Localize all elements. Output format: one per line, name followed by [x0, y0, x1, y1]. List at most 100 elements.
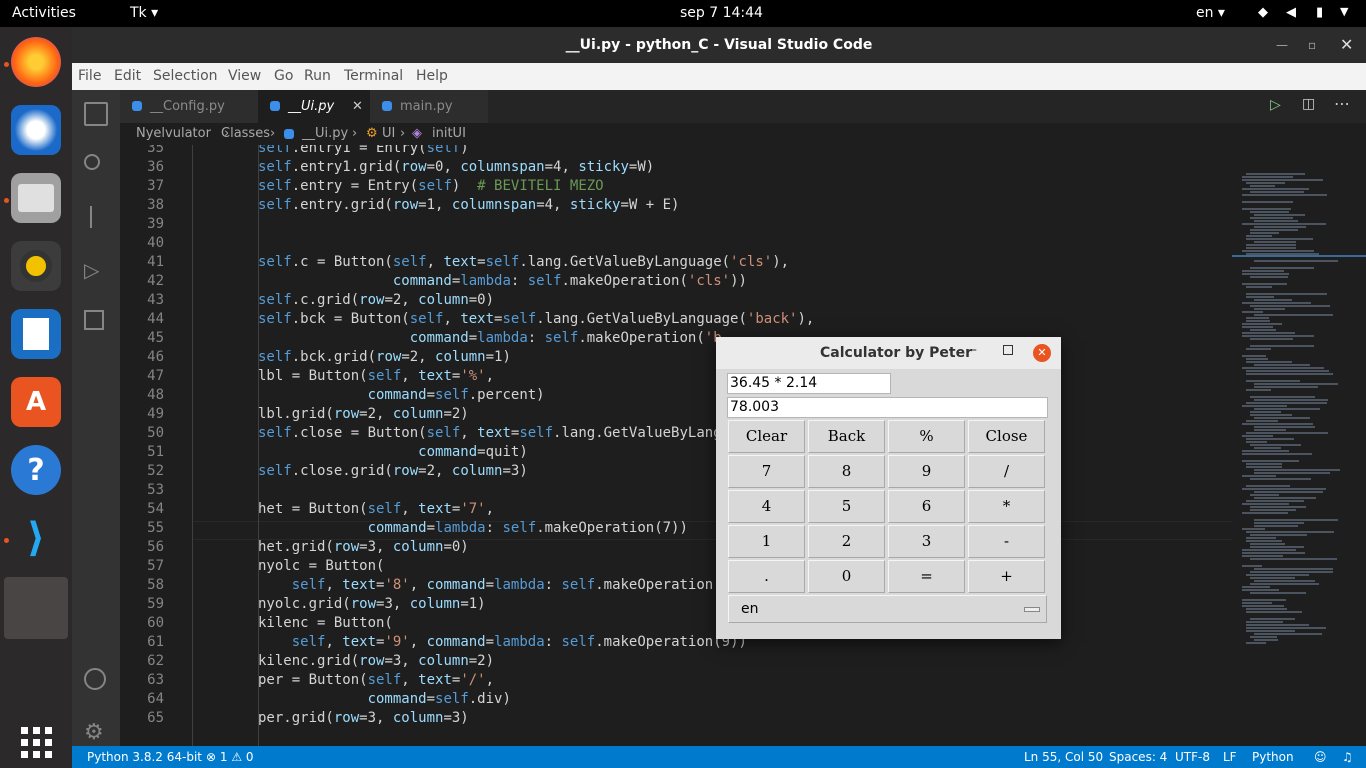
help-icon[interactable]: ? — [11, 445, 61, 495]
search-icon[interactable] — [84, 154, 108, 178]
window-title: __Ui.py - python_C - Visual Studio Code — [565, 37, 873, 53]
calc-button[interactable]: 6 — [888, 490, 965, 523]
calc-button[interactable]: = — [888, 560, 965, 593]
volume-icon[interactable]: ◀ — [1286, 5, 1296, 20]
calc-button[interactable]: - — [968, 525, 1045, 558]
calc-button[interactable]: 1 — [728, 525, 805, 558]
tab-close-icon[interactable]: ✕ — [352, 90, 363, 123]
calc-button[interactable]: 8 — [808, 455, 885, 488]
calc-button[interactable]: Close — [968, 420, 1045, 453]
minimap-line — [1242, 323, 1282, 325]
python-interpreter[interactable]: Python 3.8.2 64-bit — [87, 746, 202, 768]
breadcrumb: Nyelvulator › Classes › __Ui.py › ⚙ UI ›… — [120, 123, 1366, 145]
run-debug-icon[interactable]: ▷ — [84, 258, 108, 282]
language-indicator[interactable]: en ▾ — [1196, 5, 1225, 21]
tk-window-icon[interactable] — [4, 577, 68, 639]
cursor-position[interactable]: Ln 55, Col 50 — [1024, 746, 1103, 768]
breadcrumb-folder[interactable]: Nyelvulator — [136, 123, 211, 145]
calc-button[interactable]: 9 — [888, 455, 965, 488]
encoding[interactable]: UTF-8 — [1175, 746, 1210, 768]
calc-button[interactable]: / — [968, 455, 1045, 488]
minimap-line — [1242, 335, 1314, 337]
split-editor-icon[interactable]: ◫ — [1302, 96, 1315, 112]
breadcrumb-method[interactable]: initUI — [432, 123, 466, 145]
code-editor[interactable]: 35 self.entry1 = Entry(self) 36 self.entry1… — [120, 145, 1232, 746]
calc-button[interactable]: Back — [808, 420, 885, 453]
minimap[interactable] — [1232, 145, 1366, 746]
network-icon[interactable]: ◆ — [1258, 5, 1268, 20]
calc-button[interactable]: 0 — [808, 560, 885, 593]
show-apps-icon[interactable] — [11, 717, 61, 767]
menu-view[interactable]: View — [228, 68, 261, 84]
minimap-line — [1242, 605, 1284, 607]
calc-button[interactable]: + — [968, 560, 1045, 593]
app-menu[interactable]: Tk ▾ — [130, 5, 158, 21]
menu-edit[interactable]: Edit — [114, 68, 141, 84]
clock[interactable]: sep 7 14:44 — [680, 5, 763, 21]
system-menu-icon[interactable]: ▼ — [1340, 5, 1348, 18]
menu-selection[interactable]: Selection — [153, 68, 218, 84]
calc-button[interactable]: * — [968, 490, 1045, 523]
calc-button[interactable]: 2 — [808, 525, 885, 558]
calc-button[interactable]: 4 — [728, 490, 805, 523]
minimap-line — [1242, 311, 1263, 313]
tab-ui[interactable]: __Ui.py ✕ — [258, 90, 370, 123]
calc-button[interactable]: 7 — [728, 455, 805, 488]
account-icon[interactable] — [84, 668, 108, 692]
calc-button[interactable]: 5 — [808, 490, 885, 523]
menu-terminal[interactable]: Terminal — [344, 68, 403, 84]
activities-button[interactable]: Activities — [12, 5, 76, 21]
minimap-line — [1254, 260, 1338, 262]
tab-config[interactable]: __Config.py — [120, 90, 258, 123]
software-icon[interactable]: A — [11, 377, 61, 427]
explorer-icon[interactable] — [84, 102, 108, 126]
menu-help[interactable]: Help — [416, 68, 448, 84]
menu-run[interactable]: Run — [304, 68, 331, 84]
maximize-icon[interactable] — [1003, 345, 1013, 355]
close-icon[interactable]: ✕ — [1033, 344, 1051, 362]
tab-main[interactable]: main.py — [370, 90, 488, 123]
calc-button[interactable]: % — [888, 420, 965, 453]
notifications-icon[interactable]: ♫ — [1342, 746, 1353, 768]
minimize-icon[interactable]: – — [970, 342, 977, 358]
line-ending[interactable]: LF — [1223, 746, 1237, 768]
firefox-icon[interactable] — [11, 37, 61, 87]
result-entry[interactable]: 78.003 — [727, 397, 1048, 418]
problems-count[interactable]: ⊗ 1 ⚠ 0 — [206, 746, 254, 768]
extensions-icon[interactable] — [84, 310, 108, 334]
calc-button[interactable]: Clear — [728, 420, 805, 453]
writer-icon[interactable] — [11, 309, 61, 359]
minimize-icon[interactable]: — — [1276, 27, 1288, 63]
battery-icon[interactable]: ▮ — [1316, 5, 1323, 20]
rhythmbox-icon[interactable] — [11, 241, 61, 291]
calc-button[interactable]: 3 — [888, 525, 965, 558]
settings-gear-icon[interactable]: ⚙ — [84, 720, 108, 745]
minimap-line — [1242, 208, 1291, 210]
language-mode[interactable]: Python — [1252, 746, 1294, 768]
minimap-line — [1242, 586, 1270, 588]
minimap-line — [1242, 549, 1296, 551]
minimap-line — [1242, 302, 1311, 304]
menu-go[interactable]: Go — [274, 68, 293, 84]
thunderbird-icon[interactable] — [11, 105, 61, 155]
top-bar: Activities Tk ▾ sep 7 14:44 en ▾ ◆ ◀ ▮ ▼ — [0, 0, 1366, 27]
language-select[interactable]: en — [728, 595, 1047, 623]
line-number: 63 — [147, 672, 164, 688]
source-control-icon[interactable] — [84, 206, 108, 230]
minimap-line — [1246, 485, 1290, 487]
menu-file[interactable]: File — [78, 68, 101, 84]
close-icon[interactable]: ✕ — [1340, 27, 1353, 63]
minimap-line — [1250, 546, 1304, 548]
minimap-line — [1254, 429, 1286, 431]
run-python-icon[interactable]: ▷ — [1270, 97, 1281, 113]
minimap-line — [1246, 286, 1272, 288]
indentation[interactable]: Spaces: 4 — [1109, 746, 1167, 768]
feedback-icon[interactable]: ☺ — [1314, 746, 1327, 768]
vscode-icon[interactable]: ⟩ — [11, 513, 61, 563]
more-actions-icon[interactable]: ⋯ — [1334, 94, 1350, 113]
expression-entry[interactable]: 36.45 * 2.14 — [727, 373, 891, 394]
maximize-icon[interactable]: ▫ — [1308, 27, 1316, 63]
files-icon[interactable] — [11, 173, 61, 223]
breadcrumb-class[interactable]: UI — [382, 123, 395, 145]
calc-button[interactable]: . — [728, 560, 805, 593]
